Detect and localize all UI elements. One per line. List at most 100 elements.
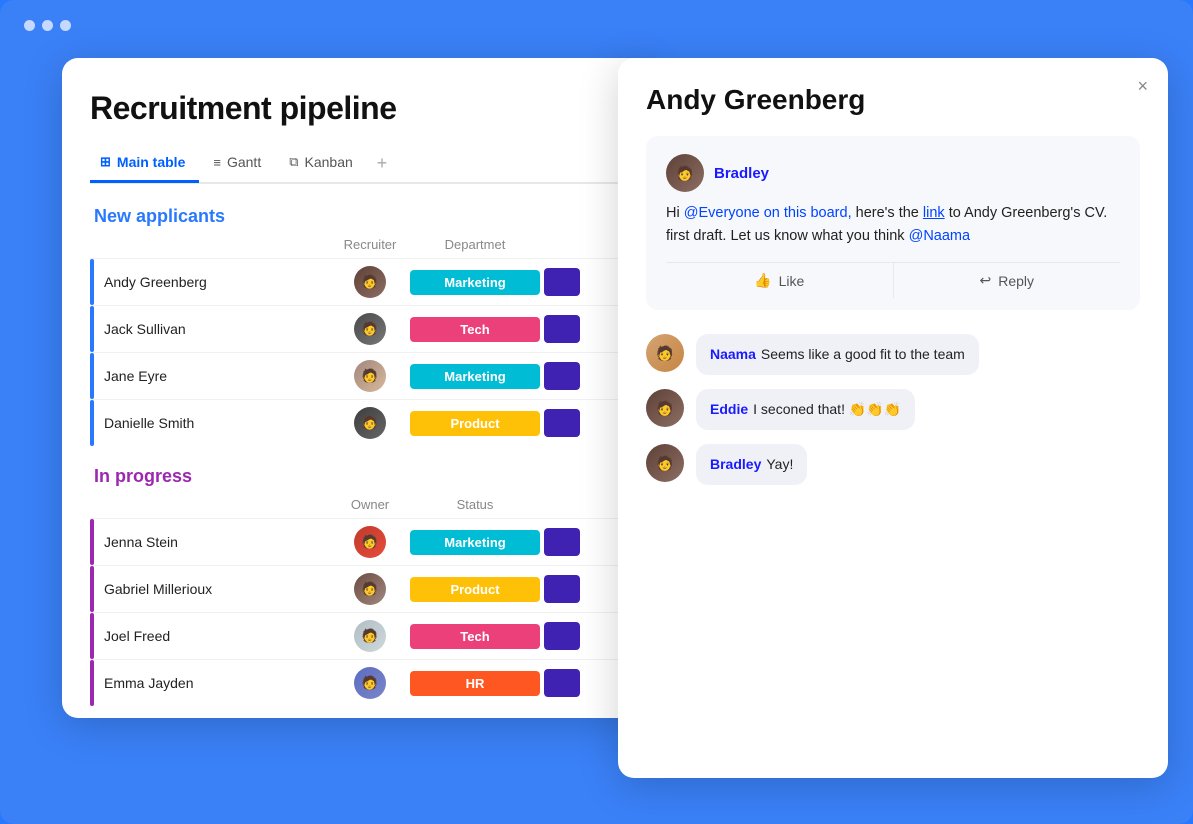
table-row[interactable]: Joel Freed 🧑 Tech (90, 612, 624, 659)
dept-badge: Marketing (410, 364, 540, 389)
owner-avatar: 🧑 (330, 573, 410, 605)
applicant-name: Emma Jayden (90, 675, 330, 691)
comment-middle: here's the (852, 205, 923, 221)
table-row[interactable]: Gabriel Millerioux 🧑 Product (90, 565, 624, 612)
reply-author: Naama (710, 346, 756, 362)
reply-text: Yay! (766, 456, 793, 472)
comment-prefix: Hi (666, 205, 684, 221)
avatar: 🧑 (354, 620, 386, 652)
comment-card: 🧑 Bradley Hi @Everyone on this board, he… (646, 136, 1140, 310)
kanban-icon: ⧉ (289, 154, 298, 170)
reply-avatar: 🧑 (646, 334, 684, 372)
dept-badge: Marketing (410, 270, 540, 295)
main-card: Recruitment pipeline ⊞ Main table ≡ Gant… (62, 58, 652, 718)
table-icon: ⊞ (100, 154, 111, 170)
tab-gantt-label: Gantt (227, 154, 261, 170)
avatar: 🧑 (354, 407, 386, 439)
recruiter-avatar: 🧑 (330, 407, 410, 439)
reply-author: Bradley (710, 456, 761, 472)
comment-body: Hi @Everyone on this board, here's the l… (666, 202, 1120, 248)
page-title: Recruitment pipeline (90, 90, 624, 127)
in-progress-title: In progress (90, 466, 624, 487)
dept-badge: Tech (410, 317, 540, 342)
avatar: 🧑 (354, 360, 386, 392)
table-row[interactable]: Jack Sullivan 🧑 Tech (90, 305, 624, 352)
extra-col (544, 362, 580, 390)
reply-author: Eddie (710, 401, 748, 417)
row-bar (90, 566, 94, 612)
col-dept-header: Departmet (410, 237, 540, 252)
table-row[interactable]: Jane Eyre 🧑 Marketing (90, 352, 624, 399)
col-recruiter-header: Recruiter (330, 237, 410, 252)
in-progress-section: In progress Owner Status Jenna Stein 🧑 M… (90, 466, 624, 706)
avatar: 🧑 (354, 266, 386, 298)
extra-col (544, 669, 580, 697)
extra-col (544, 622, 580, 650)
dot-2 (42, 20, 53, 31)
applicant-name: Jenna Stein (90, 534, 330, 550)
applicant-name: Jane Eyre (90, 368, 330, 384)
reply-avatar: 🧑 (646, 389, 684, 427)
reply-text: Seems like a good fit to the team (761, 346, 965, 362)
row-bar (90, 660, 94, 706)
owner-avatar: 🧑 (330, 620, 410, 652)
extra-col (544, 528, 580, 556)
tab-kanban[interactable]: ⧉ Kanban (279, 146, 367, 183)
table-row[interactable]: Emma Jayden 🧑 HR (90, 659, 624, 706)
reply-label: Reply (998, 273, 1034, 289)
comment-mention-naama[interactable]: @Naama (909, 228, 970, 244)
dot-3 (60, 20, 71, 31)
status-badge: HR (410, 671, 540, 696)
comment-author-row: 🧑 Bradley (666, 154, 1120, 192)
avatar: 🧑 (354, 526, 386, 558)
applicant-name: Joel Freed (90, 628, 330, 644)
table-row[interactable]: Jenna Stein 🧑 Marketing (90, 518, 624, 565)
new-applicants-title: New applicants (90, 206, 624, 227)
owner-avatar: 🧑 (330, 526, 410, 558)
row-bar (90, 353, 94, 399)
tabs-bar: ⊞ Main table ≡ Gantt ⧉ Kanban + (90, 145, 624, 184)
extra-col (544, 409, 580, 437)
recruiter-avatar: 🧑 (330, 266, 410, 298)
window-dots (24, 20, 71, 31)
avatar: 🧑 (354, 573, 386, 605)
tab-gantt[interactable]: ≡ Gantt (203, 146, 275, 183)
comment-author-name: Bradley (714, 165, 769, 182)
tab-main-table[interactable]: ⊞ Main table (90, 146, 199, 183)
reply-bubble: Naama Seems like a good fit to the team (696, 334, 979, 375)
table-row[interactable]: Andy Greenberg 🧑 Marketing (90, 258, 624, 305)
recruiter-avatar: 🧑 (330, 313, 410, 345)
status-badge: Marketing (410, 530, 540, 555)
screen-background: Recruitment pipeline ⊞ Main table ≡ Gant… (0, 0, 1193, 824)
comment-mention-everyone[interactable]: @Everyone on this board, (684, 205, 852, 221)
reply-list: 🧑 Naama Seems like a good fit to the team… (646, 334, 1140, 485)
tab-main-table-label: Main table (117, 154, 185, 170)
row-bar (90, 400, 94, 446)
reply-item: 🧑 Naama Seems like a good fit to the team (646, 334, 1140, 375)
avatar: 🧑 (354, 667, 386, 699)
reply-text: I seconed that! 👏👏👏 (753, 401, 901, 417)
col-status-header: Status (410, 497, 540, 512)
add-tab-button[interactable]: + (371, 145, 394, 182)
reply-avatar: 🧑 (646, 444, 684, 482)
like-button[interactable]: 👍 Like (666, 263, 894, 298)
like-label: Like (779, 273, 805, 289)
reply-button[interactable]: ↩ Reply (894, 263, 1121, 298)
status-badge: Product (410, 577, 540, 602)
reply-item: 🧑 Eddie I seconed that! 👏👏👏 (646, 389, 1140, 430)
in-progress-header: Owner Status (90, 497, 624, 516)
comment-actions: 👍 Like ↩ Reply (666, 262, 1120, 298)
comment-link[interactable]: link (923, 205, 945, 221)
applicant-name: Danielle Smith (90, 415, 330, 431)
tab-kanban-label: Kanban (305, 154, 353, 170)
dept-badge: Product (410, 411, 540, 436)
new-applicants-section: New applicants Recruiter Departmet Andy … (90, 206, 624, 446)
row-bar (90, 519, 94, 565)
table-row[interactable]: Danielle Smith 🧑 Product (90, 399, 624, 446)
close-button[interactable]: × (1137, 76, 1148, 97)
gantt-icon: ≡ (213, 155, 221, 170)
row-bar (90, 613, 94, 659)
extra-col (544, 315, 580, 343)
applicant-name: Jack Sullivan (90, 321, 330, 337)
dot-1 (24, 20, 35, 31)
